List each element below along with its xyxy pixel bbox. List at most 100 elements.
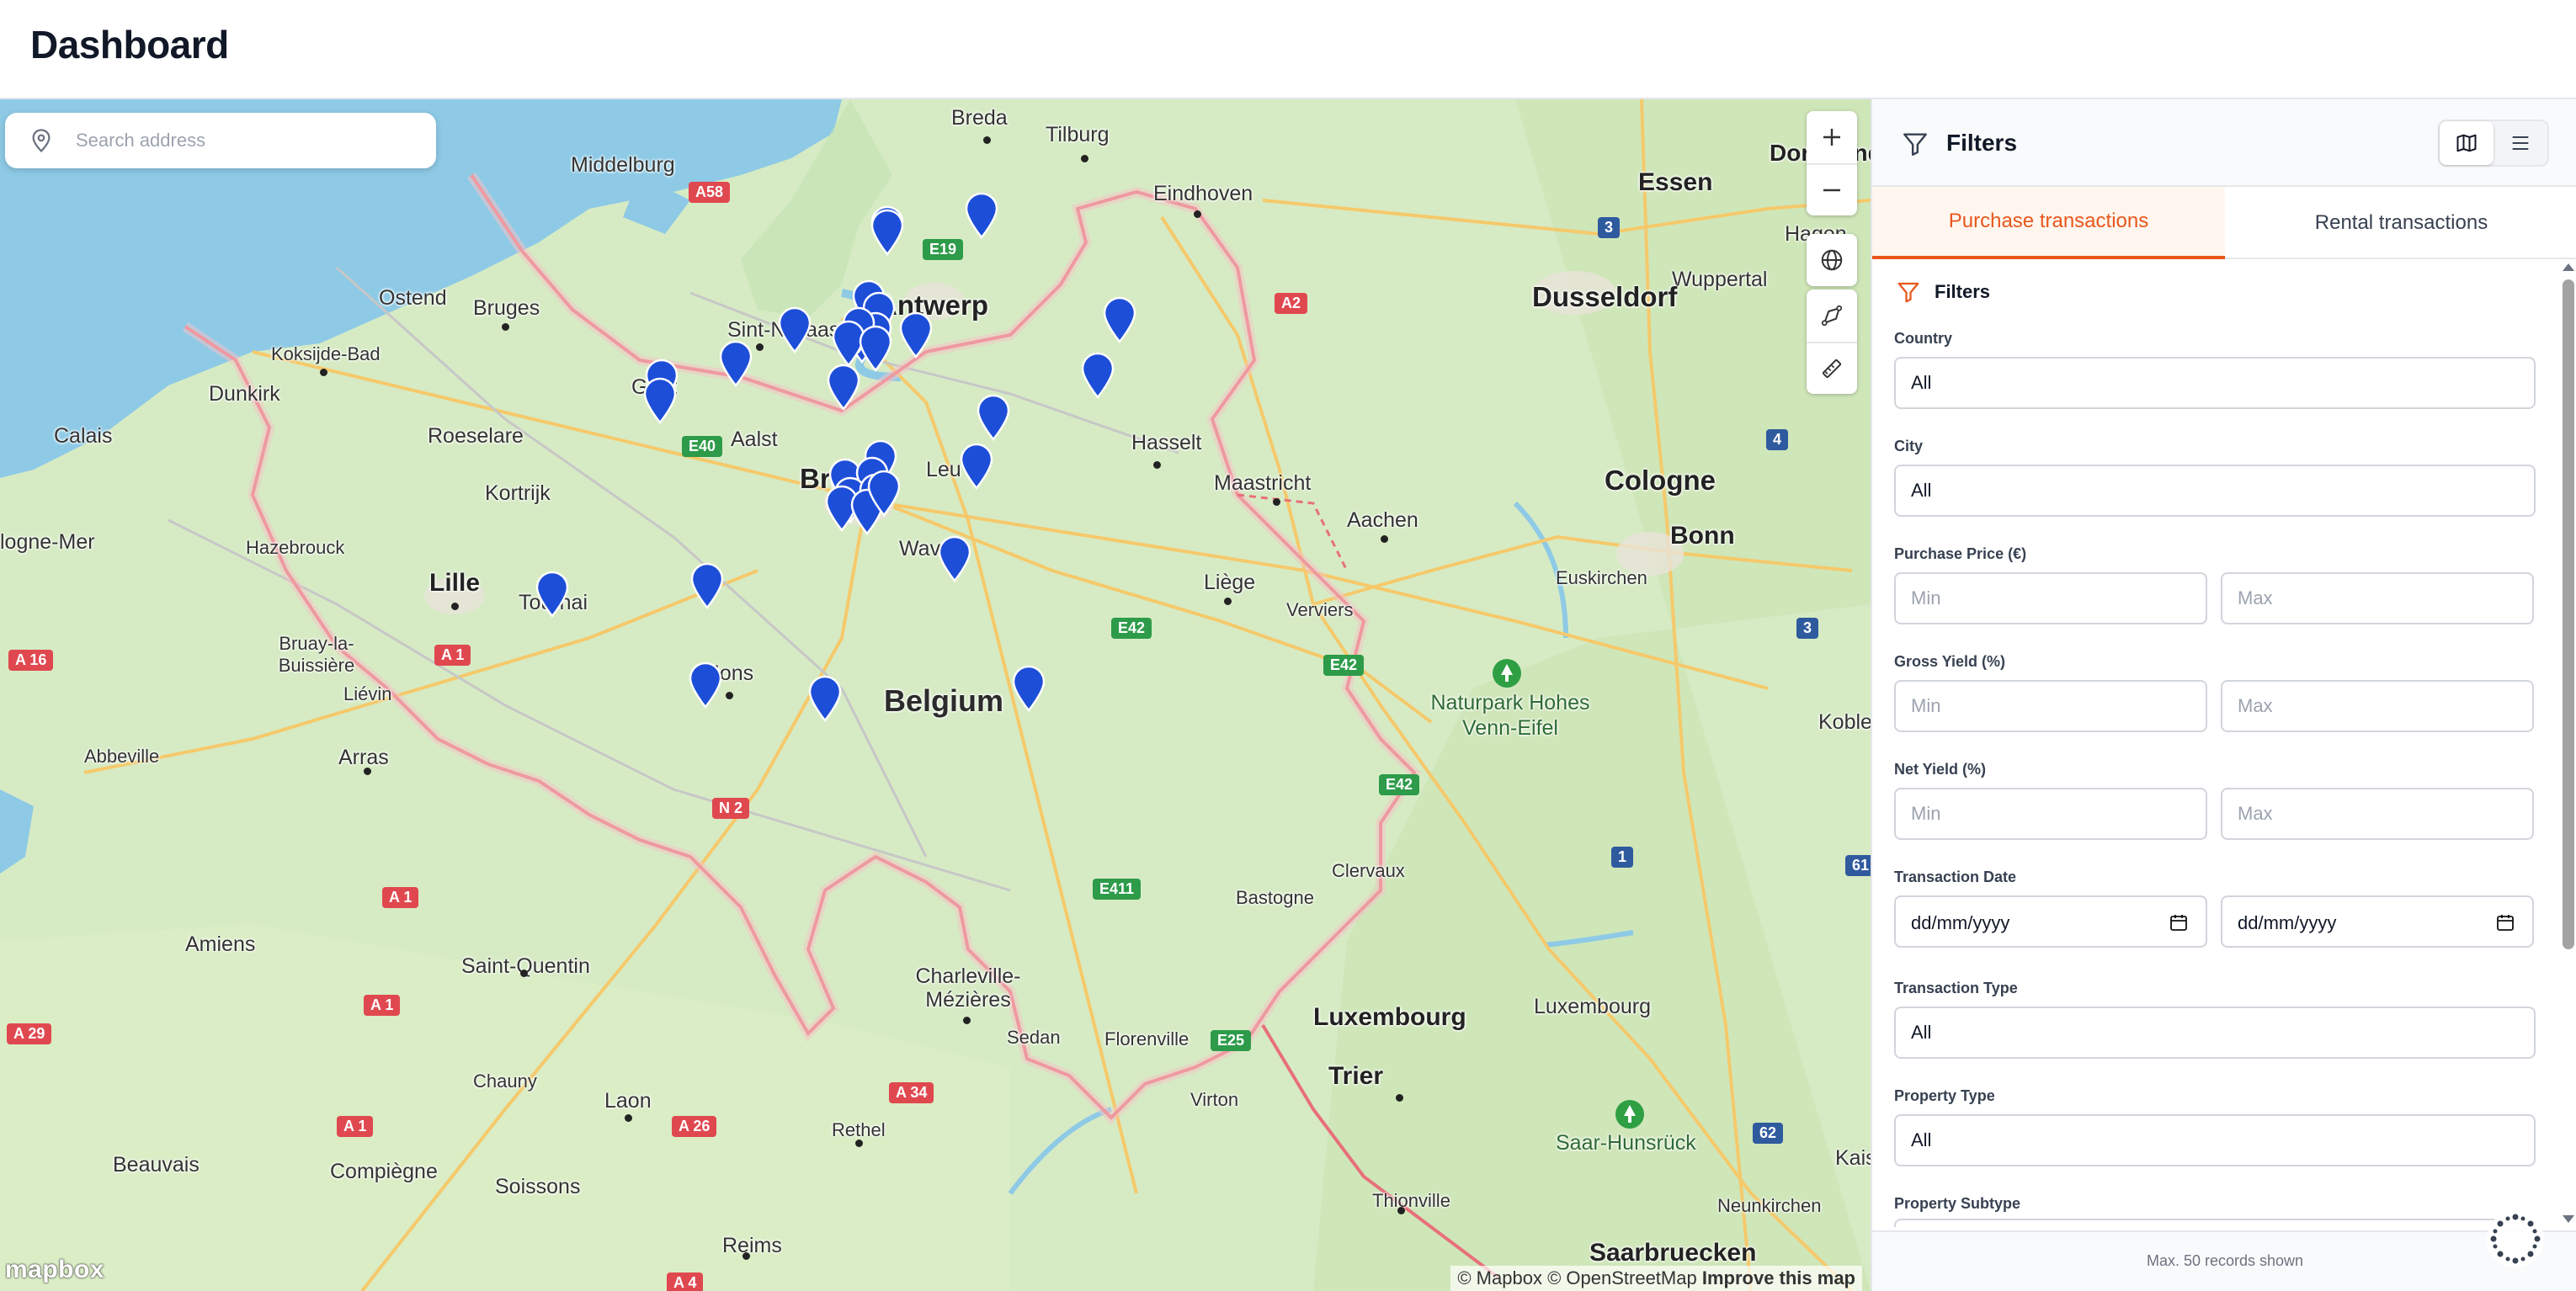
calendar-icon[interactable]: [2495, 912, 2515, 932]
globe-icon: [1821, 249, 1843, 271]
measure-button[interactable]: [1807, 342, 1857, 394]
property-marker[interactable]: [687, 660, 724, 709]
property-marker[interactable]: [1010, 663, 1047, 712]
map-label-calais: Calais: [54, 424, 113, 448]
city-dot: [1194, 210, 1201, 218]
property-marker[interactable]: [897, 310, 934, 359]
property-marker[interactable]: [534, 569, 571, 618]
map-label-bruges: Bruges: [473, 296, 540, 320]
globe-button[interactable]: [1807, 234, 1857, 286]
property-marker[interactable]: [857, 323, 894, 372]
property-marker[interactable]: [776, 305, 813, 353]
filters-panel: Filters Purchase transactions Rental tra…: [1871, 99, 2576, 1291]
property-marker[interactable]: [936, 534, 973, 582]
property-marker[interactable]: [975, 392, 1012, 441]
map-label-boulogne: logne-Mer: [0, 530, 95, 554]
location-pin-icon: [32, 129, 51, 153]
net-yield-min-input[interactable]: [1894, 788, 2207, 840]
net-yield-label: Net Yield (%): [1894, 761, 1987, 778]
map-label-amiens: Amiens: [185, 932, 256, 956]
road-shield: E42: [1323, 655, 1365, 676]
map-view[interactable]: Breda Tilburg Middelburg Eindhoven Essen…: [0, 99, 1871, 1291]
draw-polygon-button[interactable]: [1807, 290, 1857, 342]
road-shield: A2: [1275, 293, 1308, 314]
map-label-lievin: Liévin: [343, 683, 392, 704]
map-label-luxembourg-region: Luxembourg: [1313, 1003, 1466, 1031]
property-marker[interactable]: [1079, 350, 1116, 399]
property-marker[interactable]: [1101, 295, 1138, 343]
property-marker[interactable]: [963, 190, 1000, 239]
property-marker[interactable]: [958, 441, 995, 490]
map-label-tilburg: Tilburg: [1046, 123, 1110, 146]
drawing-controls: [1807, 290, 1857, 394]
country-select[interactable]: All: [1894, 357, 2536, 409]
map-label-bonn: Bonn: [1670, 522, 1735, 550]
transaction-date-from-input[interactable]: dd/mm/yyyy: [1894, 895, 2207, 948]
scroll-thumb[interactable]: [2563, 279, 2574, 949]
map-label-koblenz: Kobler: [1818, 710, 1871, 734]
panel-footer: Max. 50 records shown: [1872, 1230, 2576, 1291]
gross-yield-min-input[interactable]: [1894, 680, 2207, 732]
property-type-select[interactable]: All: [1894, 1114, 2536, 1166]
property-marker[interactable]: [806, 673, 844, 722]
map-label-reims: Reims: [722, 1234, 782, 1257]
map-label-middelburg: Middelburg: [571, 153, 675, 177]
zoom-out-button[interactable]: [1807, 163, 1857, 215]
road-shield: A 1: [364, 995, 401, 1016]
map-label-thionville: Thionville: [1372, 1190, 1450, 1211]
road-shield: E42: [1111, 618, 1152, 639]
map-label-verviers: Verviers: [1286, 599, 1354, 620]
map-label-dusseldorf: Dusseldorf: [1532, 281, 1678, 312]
map-label-beauvais: Beauvais: [113, 1153, 200, 1177]
panel-scrollbar[interactable]: [2559, 259, 2576, 1227]
purchase-price-max-input[interactable]: [2221, 572, 2534, 624]
calendar-icon[interactable]: [2169, 912, 2189, 932]
net-yield-max-input[interactable]: [2221, 788, 2534, 840]
purchase-price-min-input[interactable]: [1894, 572, 2207, 624]
map-label-virton: Virton: [1190, 1089, 1239, 1110]
mapbox-attribution-link[interactable]: © Mapbox: [1457, 1267, 1542, 1288]
map-label-charleville: Charleville-Mézières: [915, 964, 1021, 1012]
map-label-leuven: Leu: [926, 458, 961, 481]
city-select[interactable]: All: [1894, 465, 2536, 517]
road-shield: 3: [1598, 217, 1621, 238]
zoom-in-button[interactable]: [1807, 111, 1857, 163]
list-view-button[interactable]: [2494, 121, 2547, 165]
filter-icon: [1903, 133, 1927, 156]
map-view-button[interactable]: [2440, 121, 2494, 165]
tab-purchase-transactions[interactable]: Purchase transactions: [1872, 187, 2225, 259]
tab-rental-transactions[interactable]: Rental transactions: [2225, 187, 2576, 259]
map-label-bruay: Bruay-la-Buissière: [278, 633, 355, 676]
improve-map-link[interactable]: Improve this map: [1702, 1267, 1855, 1288]
gross-yield-max-input[interactable]: [2221, 680, 2534, 732]
purchase-price-label: Purchase Price (€): [1894, 545, 2027, 562]
property-marker[interactable]: [865, 468, 902, 517]
property-subtype-select[interactable]: [1894, 1219, 2536, 1227]
road-shield: 62: [1753, 1123, 1784, 1144]
map-label-breda: Breda: [951, 106, 1008, 130]
scroll-up-icon[interactable]: [2561, 261, 2576, 273]
city-dot: [855, 1140, 863, 1147]
globe-control: [1807, 234, 1857, 286]
property-marker[interactable]: [641, 375, 679, 424]
property-marker[interactable]: [869, 207, 906, 256]
search-input[interactable]: [76, 123, 412, 158]
transaction-type-select[interactable]: All: [1894, 1007, 2536, 1059]
map-label-trier: Luxembourg: [1534, 995, 1651, 1018]
map-label-rethel: Rethel: [832, 1119, 886, 1140]
map-label-lille: Lille: [429, 569, 481, 597]
map-label-kortrijk: Kortrijk: [485, 481, 551, 505]
city-dot: [726, 692, 733, 699]
map-label-florenville: Florenville: [1104, 1028, 1190, 1049]
map-label-euskirchen: Euskirchen: [1556, 567, 1647, 588]
property-marker[interactable]: [717, 338, 754, 387]
map-label-hazebrouck: Hazebrouck: [246, 537, 345, 558]
transaction-date-to-input[interactable]: dd/mm/yyyy: [2221, 895, 2534, 948]
scroll-down-icon[interactable]: [2561, 1214, 2576, 1225]
road-shield: A 1: [382, 887, 419, 908]
search-box[interactable]: [5, 113, 436, 168]
property-marker[interactable]: [689, 560, 726, 609]
mapbox-logo[interactable]: mapbox: [5, 1256, 104, 1284]
map-label-chauny: Chauny: [473, 1071, 537, 1092]
osm-attribution-link[interactable]: © OpenStreetMap: [1547, 1267, 1697, 1288]
